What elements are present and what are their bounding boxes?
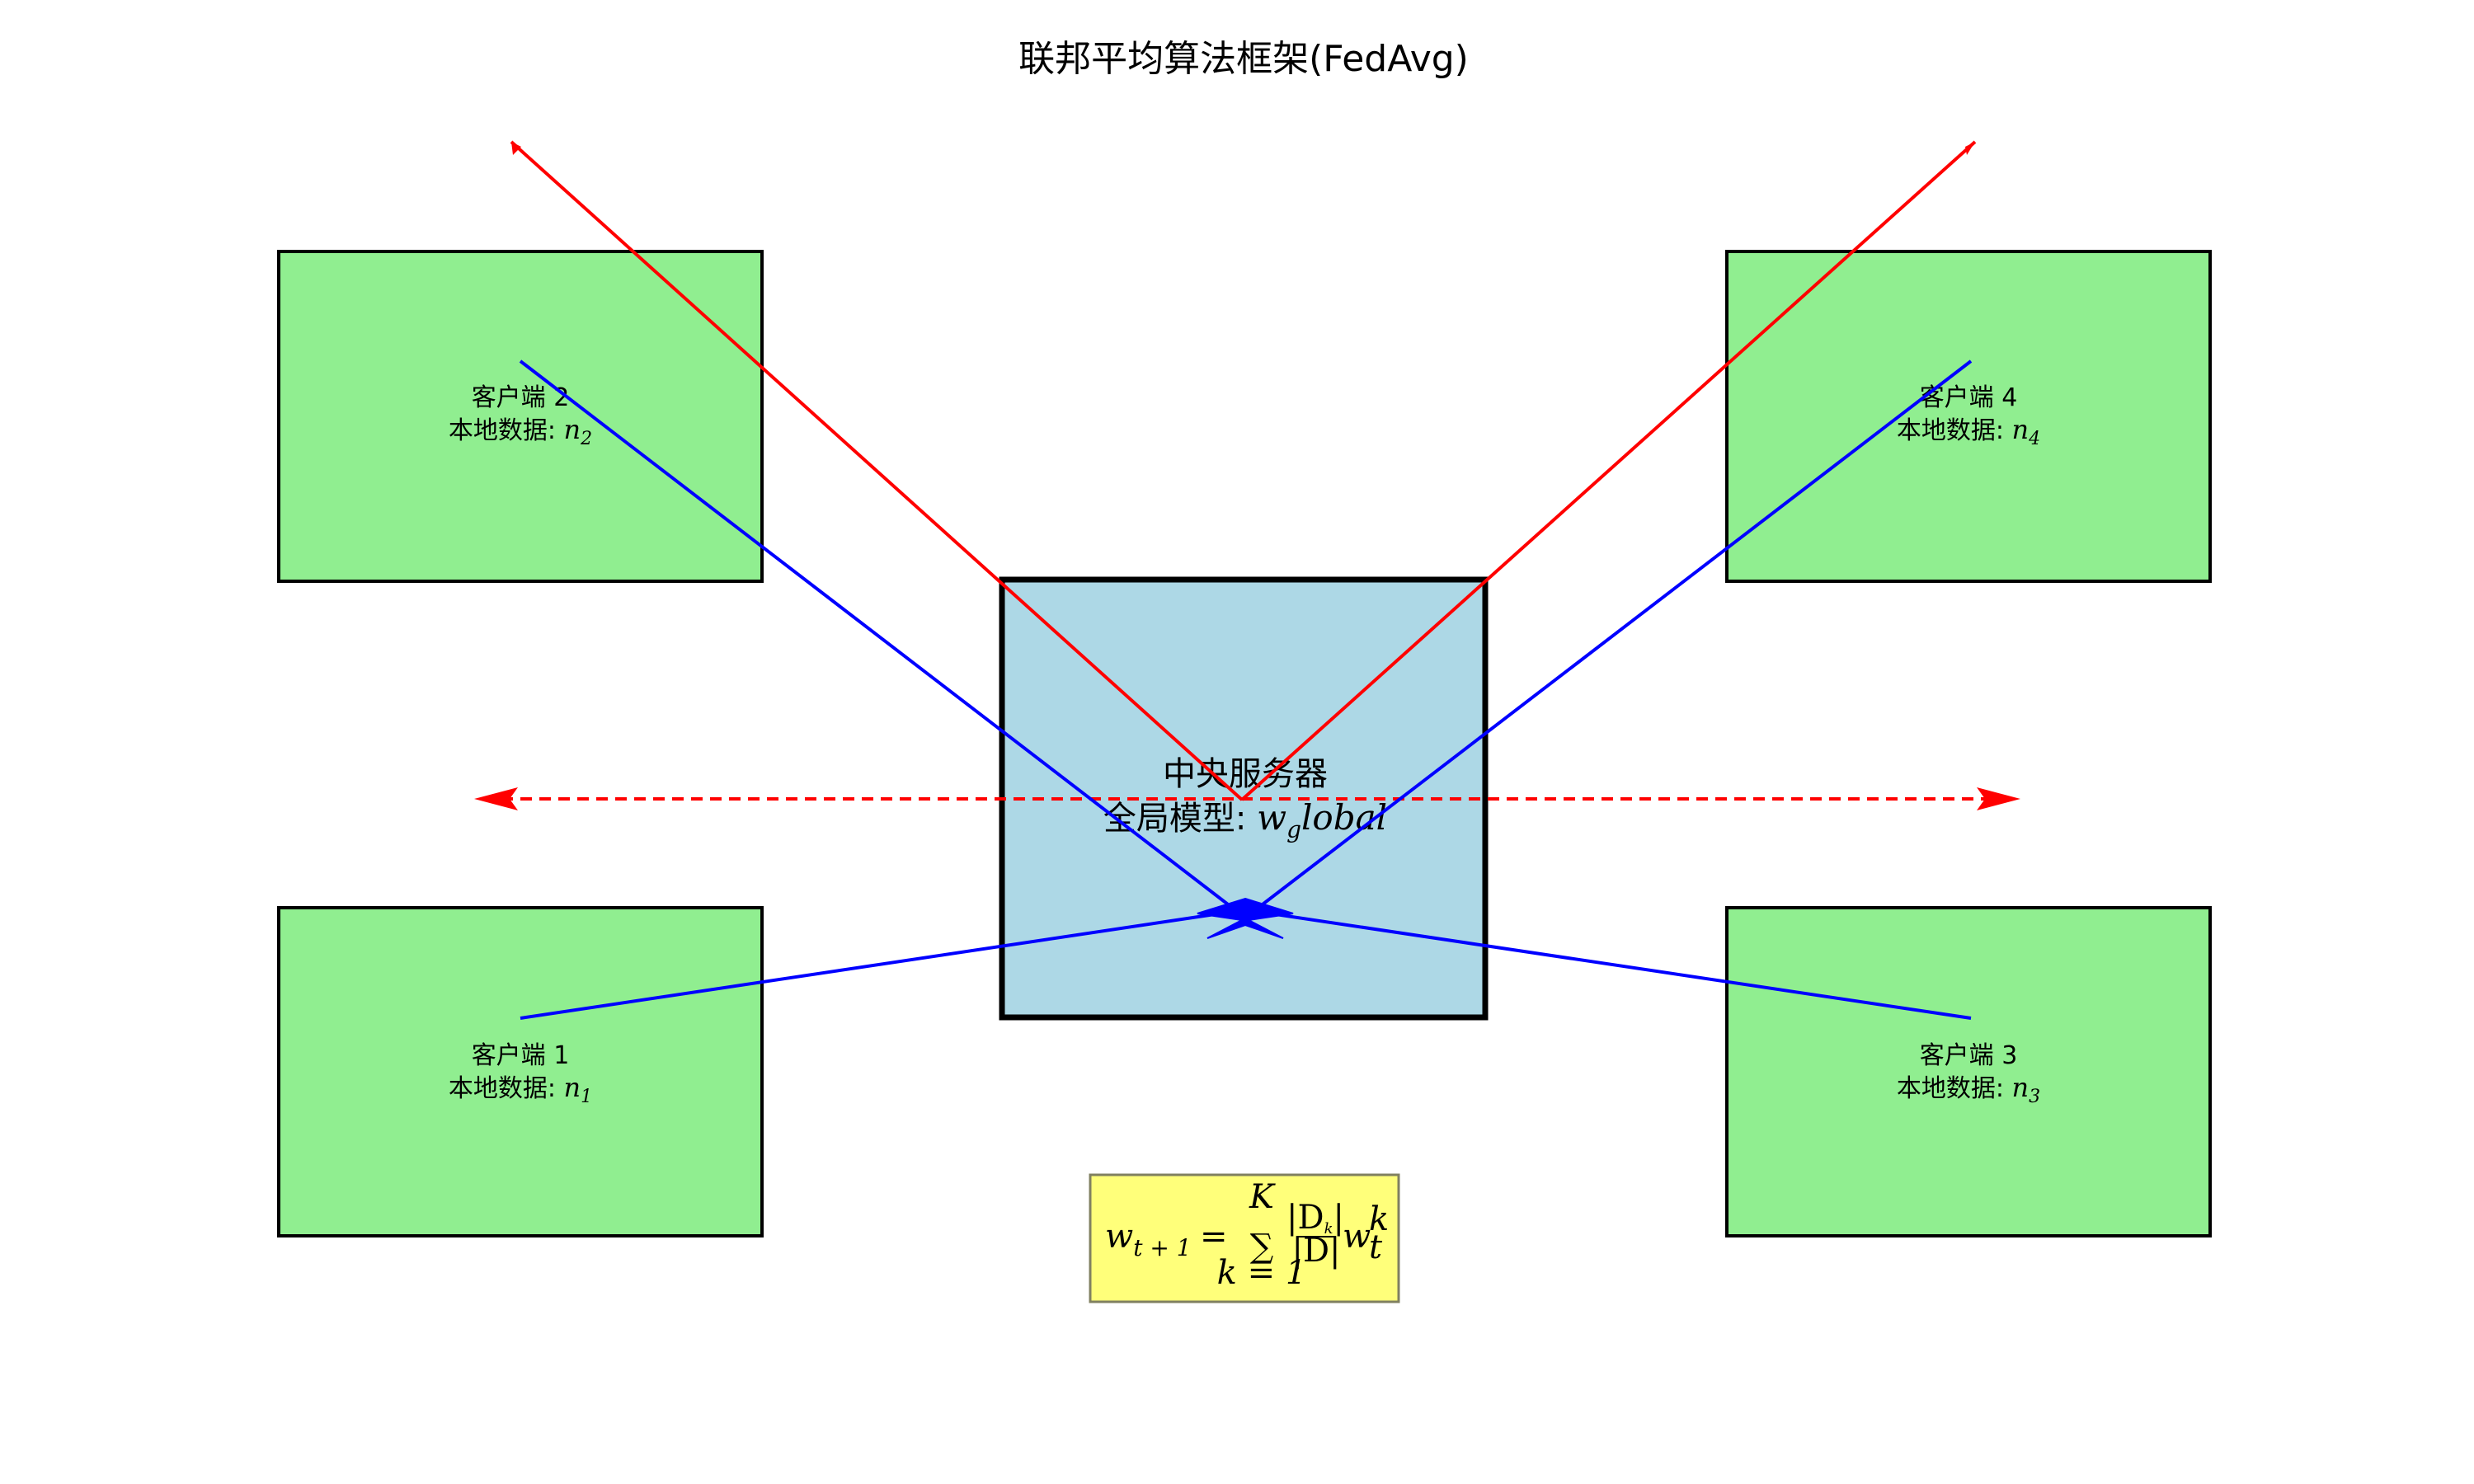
client-1-data-subscript: 1 [581,1087,592,1107]
server-model-symbol: w [1257,797,1286,838]
formula-rhs: w [1343,1218,1371,1256]
client-3-data-prefix: 本地数据: [1897,1074,2012,1103]
client-3-name: 客户端 3 [1920,1041,2018,1070]
formula-lhs-symbol: w [1105,1218,1133,1256]
client-4-data-symbol: n [2012,414,2030,445]
client-4-data-subscript: 4 [2028,429,2040,449]
formula-rhs-subscript: t [1369,1228,1383,1266]
formula-lhs-subscript: t + 1 [1133,1234,1191,1261]
client-4-data: 本地数据: n4 [1897,414,2040,449]
client-2-data-prefix: 本地数据: [449,416,564,445]
client-2-data-symbol: n [564,414,581,445]
client-1-data: 本地数据: n1 [449,1072,592,1107]
client-2-data-subscript: 2 [580,429,592,449]
broadcast-arrowhead-right [1965,142,1975,155]
client-1-box [277,906,764,1237]
client-3-data-subscript: 3 [2029,1087,2040,1107]
diagram-title: 联邦平均算法框架(FedAvg) [1018,38,1469,80]
server-model-subscript: g [1286,816,1301,843]
client-1-name: 客户端 1 [472,1041,570,1070]
formula-denominator: |D| [1291,1232,1340,1270]
server-label: 中央服务器 [1163,755,1328,793]
formula-equals: = [1200,1218,1228,1256]
client-3-data-symbol: n [2012,1072,2030,1103]
fedavg-diagram: 联邦平均算法框架(FedAvg) 中央服务器 全局模型: wglobal 客户端… [277,38,2212,1303]
formula-sum-upper: K [1249,1178,1276,1216]
formula-rhs-symbol: w [1343,1218,1371,1256]
client-1-data-prefix: 本地数据: [449,1074,564,1103]
client-4-data-prefix: 本地数据: [1897,416,2012,445]
server-model-label: 全局模型: wglobal [1103,797,1387,843]
client-3-box [1725,906,2212,1237]
client-3-data: 本地数据: n3 [1897,1072,2040,1107]
client-1-data-symbol: n [564,1072,581,1103]
client-2-data: 本地数据: n2 [449,414,592,449]
server-model-prefix: 全局模型: [1103,800,1257,838]
